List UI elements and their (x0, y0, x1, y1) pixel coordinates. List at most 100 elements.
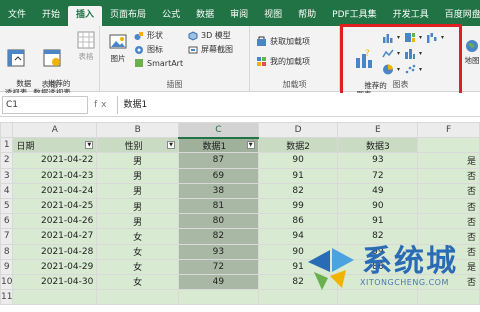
filter-dropdown-icon[interactable]: ▼ (85, 140, 94, 149)
cell[interactable]: 女 (96, 273, 179, 291)
header-cell-selected[interactable]: 数据1 ▼ (178, 137, 259, 154)
row-header[interactable]: 10 (0, 273, 14, 291)
cell[interactable]: 2021-04-23 (12, 167, 98, 184)
tab-pdf-tools[interactable]: PDF工具集 (324, 6, 385, 26)
row-header[interactable]: 4 (0, 182, 14, 199)
smartart-label: SmartArt (147, 58, 184, 68)
cell-selected[interactable]: 38 (178, 182, 259, 199)
tab-developer[interactable]: 开发工具 (385, 6, 437, 26)
tab-file[interactable]: 文件 (0, 6, 34, 26)
table-button[interactable]: 表格 (74, 30, 98, 61)
cell[interactable]: 是 (417, 152, 480, 169)
cell[interactable]: 2021-04-28 (12, 243, 98, 260)
screenshot-button[interactable]: 屏幕截图 (188, 44, 233, 55)
tab-view[interactable]: 视图 (256, 6, 290, 26)
pivot-table-icon (7, 49, 25, 67)
cell[interactable]: 91 (257, 167, 339, 184)
cell[interactable] (12, 289, 98, 306)
tab-help[interactable]: 帮助 (290, 6, 324, 26)
cell-selected[interactable]: 81 (178, 197, 259, 215)
tab-home[interactable]: 开始 (34, 6, 68, 26)
cell-selected[interactable]: 80 (178, 213, 259, 230)
tab-data[interactable]: 数据 (188, 6, 222, 26)
cell[interactable]: 男 (96, 167, 179, 184)
shapes-button[interactable]: 形状 (134, 30, 163, 41)
row-header[interactable]: 9 (0, 258, 14, 275)
get-addins-button[interactable]: 获取加载项 (256, 36, 310, 47)
cell[interactable]: 男 (96, 197, 179, 215)
column-header[interactable]: E (337, 121, 419, 139)
cell[interactable]: 否 (417, 197, 480, 215)
row-header[interactable]: 6 (0, 213, 14, 230)
cell[interactable]: 女 (96, 228, 179, 245)
tab-formulas[interactable]: 公式 (154, 6, 188, 26)
cell[interactable]: 2021-04-27 (12, 228, 98, 245)
cell[interactable]: 93 (337, 152, 419, 169)
cell[interactable] (178, 289, 259, 306)
row-header[interactable]: 1 (0, 137, 14, 154)
select-all-corner[interactable] (0, 121, 14, 139)
row-header[interactable]: 7 (0, 228, 14, 245)
cell[interactable]: 男 (96, 182, 179, 199)
row-header[interactable]: 11 (0, 289, 14, 306)
tab-insert[interactable]: 插入 (68, 6, 103, 26)
group-tables: 数据 透视表 推荐的 数据透视表 表格 表格 (0, 26, 100, 97)
cell[interactable] (96, 289, 179, 306)
tab-baidu-netdisk[interactable]: 百度网盘 (437, 6, 480, 26)
cell[interactable]: 女 (96, 258, 179, 275)
smartart-button[interactable]: SmartArt (134, 58, 183, 68)
cell[interactable]: 男 (96, 213, 179, 230)
cell-selected[interactable]: 72 (178, 258, 259, 275)
cell[interactable]: 女 (96, 243, 179, 260)
cell-selected[interactable]: 82 (178, 228, 259, 245)
cell[interactable] (417, 137, 480, 154)
pictures-button[interactable]: 图片 (106, 32, 130, 63)
filter-dropdown-icon[interactable]: ▼ (167, 140, 175, 149)
header-cell[interactable]: 数据2 (257, 137, 339, 154)
formula-input[interactable]: 数据1 (116, 95, 480, 114)
row-header[interactable]: 5 (0, 197, 14, 215)
name-box[interactable]: C1 (2, 95, 88, 114)
cell[interactable]: 2021-04-30 (12, 273, 98, 291)
3d-model-button[interactable]: 3D 模型 (188, 30, 231, 41)
cell[interactable]: 82 (257, 182, 339, 199)
cell[interactable]: 90 (337, 197, 419, 215)
column-header[interactable]: F (417, 121, 480, 139)
header-cell[interactable]: 日期 ▼ (12, 137, 98, 154)
row-header[interactable]: 3 (0, 167, 14, 184)
table-row: 4 2021-04-24 男 38 82 49 否 (0, 182, 480, 199)
filter-dropdown-icon[interactable]: ▼ (246, 141, 255, 150)
icons-button[interactable]: 图标 (134, 44, 163, 55)
header-cell[interactable]: 数据3 (337, 137, 419, 154)
row-header[interactable]: 2 (0, 152, 14, 169)
column-header[interactable]: B (96, 121, 179, 139)
column-header[interactable]: D (257, 121, 339, 139)
cell-selected[interactable]: 49 (178, 273, 259, 291)
cell[interactable]: 2021-04-25 (12, 197, 98, 215)
header-cell[interactable]: 性别 ▼ (96, 137, 179, 154)
cell[interactable]: 男 (96, 152, 179, 169)
cell[interactable]: 2021-04-26 (12, 213, 98, 230)
globe-icon (466, 40, 478, 52)
get-addins-label: 获取加载项 (270, 37, 310, 46)
cell-selected[interactable]: 93 (178, 243, 259, 260)
cell-selected[interactable]: 87 (178, 152, 259, 169)
cell[interactable]: 否 (417, 182, 480, 199)
my-addins-button[interactable]: 我的加载项 (256, 56, 310, 67)
cell-selected[interactable]: 69 (178, 167, 259, 184)
cell[interactable]: 2021-04-24 (12, 182, 98, 199)
fx-label[interactable]: fx (94, 100, 111, 110)
cell[interactable]: 2021-04-29 (12, 258, 98, 275)
column-header[interactable]: A (12, 121, 98, 139)
maps-button[interactable]: 地图 (464, 38, 480, 65)
cell[interactable]: 72 (337, 167, 419, 184)
tab-page-layout[interactable]: 页面布局 (102, 6, 154, 26)
cell[interactable]: 2021-04-22 (12, 152, 98, 169)
cell[interactable]: 99 (257, 197, 339, 215)
row-header[interactable]: 8 (0, 243, 14, 260)
cell[interactable]: 否 (417, 167, 480, 184)
cell[interactable]: 49 (337, 182, 419, 199)
tab-review[interactable]: 审阅 (222, 6, 256, 26)
column-header[interactable]: C (178, 121, 259, 139)
cell[interactable]: 90 (257, 152, 339, 169)
